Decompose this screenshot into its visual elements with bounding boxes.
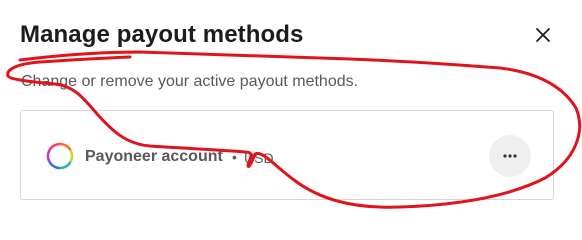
more-horizontal-icon (503, 154, 517, 158)
account-currency: USD (244, 150, 274, 166)
more-actions-button[interactable] (489, 135, 531, 177)
close-icon (536, 28, 550, 42)
dialog-subtitle: Change or remove your active payout meth… (21, 73, 359, 90)
close-button[interactable] (530, 22, 556, 48)
payout-method-card: Payoneer account • USD (20, 110, 554, 200)
separator-dot: • (232, 149, 237, 165)
dialog-title: Manage payout methods (20, 21, 304, 48)
payout-methods-dialog: Manage payout methods Change or remove y… (0, 0, 582, 230)
payoneer-logo-icon (44, 140, 76, 172)
account-name: Payoneer account (85, 148, 223, 165)
